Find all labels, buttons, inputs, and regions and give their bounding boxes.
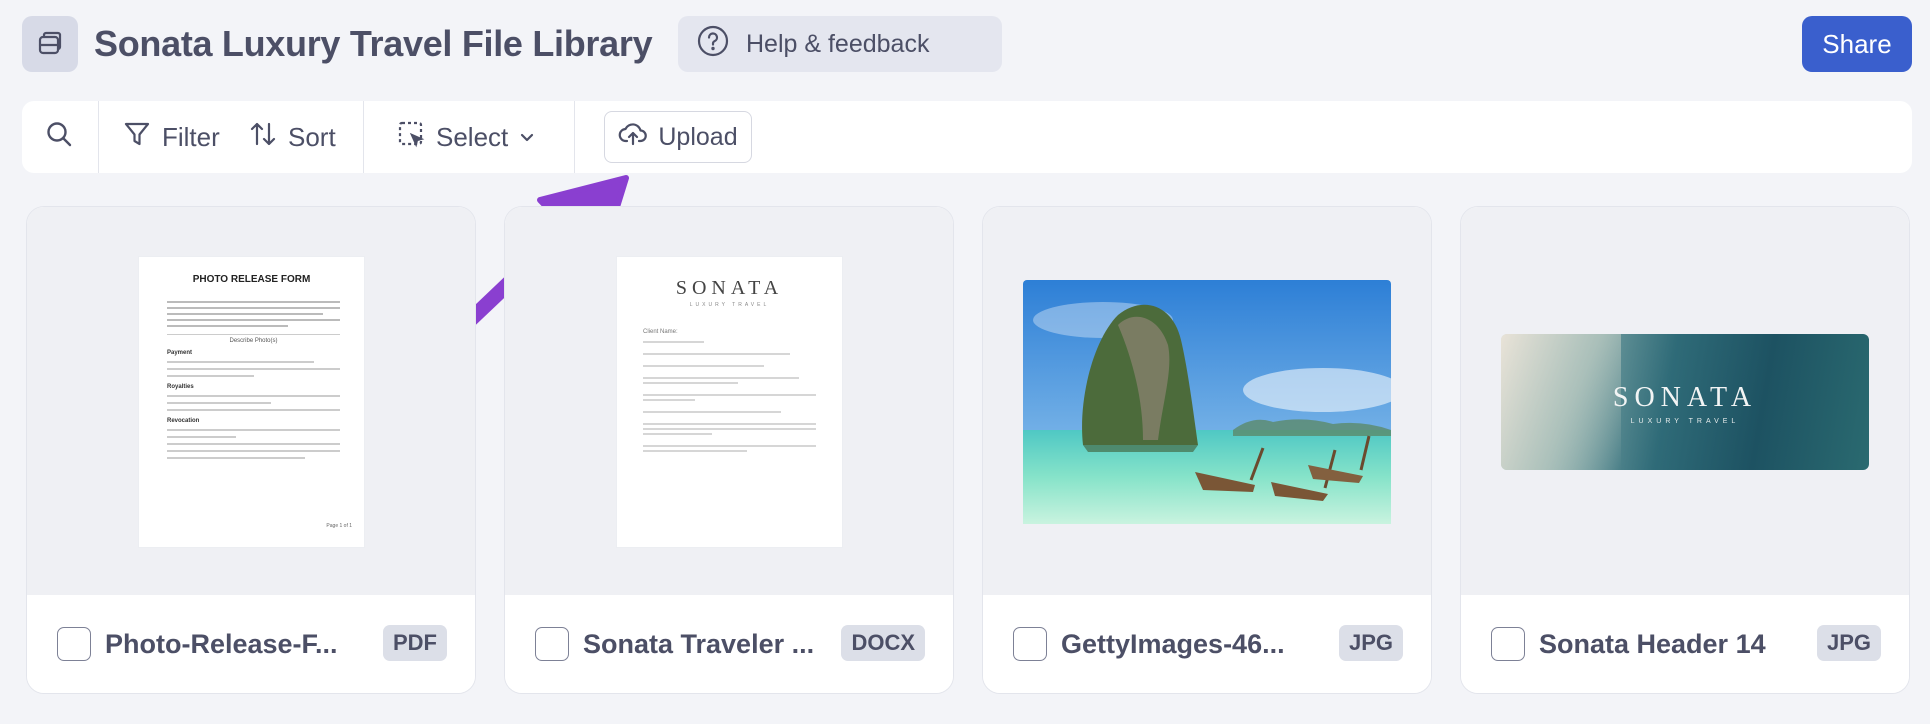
file-card[interactable]: SONATA LUXURY TRAVEL Client Name: Sonata… <box>504 206 954 694</box>
docx-text-lines: Client Name: <box>643 329 816 458</box>
file-select-checkbox[interactable] <box>535 627 569 661</box>
search-button[interactable] <box>44 101 74 173</box>
file-preview: SONATA LUXURY TRAVEL <box>1461 207 1909 597</box>
pdf-payment-label: Payment <box>167 350 193 356</box>
select-dropdown[interactable]: Select <box>396 101 536 173</box>
pdf-page-thumbnail: PHOTO RELEASE FORM Describe Photo(s) Pay… <box>139 257 364 547</box>
file-name[interactable]: Sonata Traveler ... <box>583 625 814 663</box>
file-card[interactable]: PHOTO RELEASE FORM Describe Photo(s) Pay… <box>26 206 476 694</box>
toolbar-divider <box>363 101 364 173</box>
file-card-footer: GettyImages-46... JPG <box>983 595 1431 693</box>
file-preview <box>983 207 1431 597</box>
file-card[interactable]: GettyImages-46... JPG <box>982 206 1432 694</box>
file-card-footer: Photo-Release-F... PDF <box>27 595 475 693</box>
upload-button[interactable]: Upload <box>604 111 752 163</box>
file-card-footer: Sonata Traveler ... DOCX <box>505 595 953 693</box>
file-select-checkbox[interactable] <box>1013 627 1047 661</box>
file-card-footer: Sonata Header 14 JPG <box>1461 595 1909 693</box>
file-type-badge: JPG <box>1338 625 1403 661</box>
pdf-section-label: Describe Photo(s) <box>167 334 340 344</box>
select-label: Select <box>436 121 509 152</box>
help-feedback-label: Help & feedback <box>746 29 930 58</box>
file-type-badge: DOCX <box>841 625 925 661</box>
banner-brand: SONATA <box>1612 382 1758 413</box>
docx-page-thumbnail: SONATA LUXURY TRAVEL Client Name: <box>617 257 842 547</box>
sort-button[interactable]: Sort <box>248 101 336 173</box>
banner-photo-thumbnail: SONATA LUXURY TRAVEL <box>1501 334 1869 470</box>
header: Sonata Luxury Travel File Library Help &… <box>22 16 1912 72</box>
filter-icon <box>122 119 152 156</box>
toolbar-divider <box>574 101 575 173</box>
pdf-royalties-label: Royalties <box>167 384 194 390</box>
page-title: Sonata Luxury Travel File Library <box>94 23 653 64</box>
select-marquee-icon <box>396 119 426 156</box>
share-button[interactable]: Share <box>1802 16 1912 72</box>
cloud-upload-icon <box>618 119 648 156</box>
sort-label: Sort <box>288 121 336 152</box>
help-feedback-button[interactable]: Help & feedback <box>678 16 1002 72</box>
file-preview: PHOTO RELEASE FORM Describe Photo(s) Pay… <box>27 207 475 597</box>
file-type-badge: PDF <box>383 625 447 661</box>
file-type-badge: JPG <box>1816 625 1881 661</box>
island-photo-thumbnail <box>1023 280 1391 524</box>
file-preview: SONATA LUXURY TRAVEL Client Name: <box>505 207 953 597</box>
toolbar-divider <box>98 101 99 173</box>
pdf-heading: PHOTO RELEASE FORM <box>192 274 311 285</box>
file-select-checkbox[interactable] <box>1491 627 1525 661</box>
pdf-text-lines: Describe Photo(s) Payment Royalties Revo… <box>167 297 340 464</box>
sort-icon <box>248 119 278 156</box>
banner-tagline: LUXURY TRAVEL <box>1630 418 1740 425</box>
file-name[interactable]: Sonata Header 14 <box>1539 625 1766 663</box>
file-card[interactable]: SONATA LUXURY TRAVEL Sonata Header 14 JP… <box>1460 206 1910 694</box>
toolbar: Filter Sort Select Upload <box>22 101 1912 173</box>
pdf-page-footer: Page 1 of 1 <box>326 523 352 529</box>
filter-button[interactable]: Filter <box>122 101 220 173</box>
pdf-revocation-label: Revocation <box>167 418 200 424</box>
file-select-checkbox[interactable] <box>57 627 91 661</box>
filter-label: Filter <box>162 121 220 152</box>
docx-brand: SONATA <box>675 277 784 299</box>
docx-client-label: Client Name: <box>643 329 678 335</box>
docx-tagline: LUXURY TRAVEL <box>689 302 770 308</box>
library-icon[interactable] <box>22 16 78 72</box>
search-icon <box>44 119 74 156</box>
upload-label: Upload <box>658 122 738 151</box>
file-name[interactable]: Photo-Release-F... <box>105 625 338 663</box>
file-name[interactable]: GettyImages-46... <box>1061 625 1285 663</box>
help-circle-icon <box>696 24 730 65</box>
chevron-down-icon <box>518 122 536 153</box>
